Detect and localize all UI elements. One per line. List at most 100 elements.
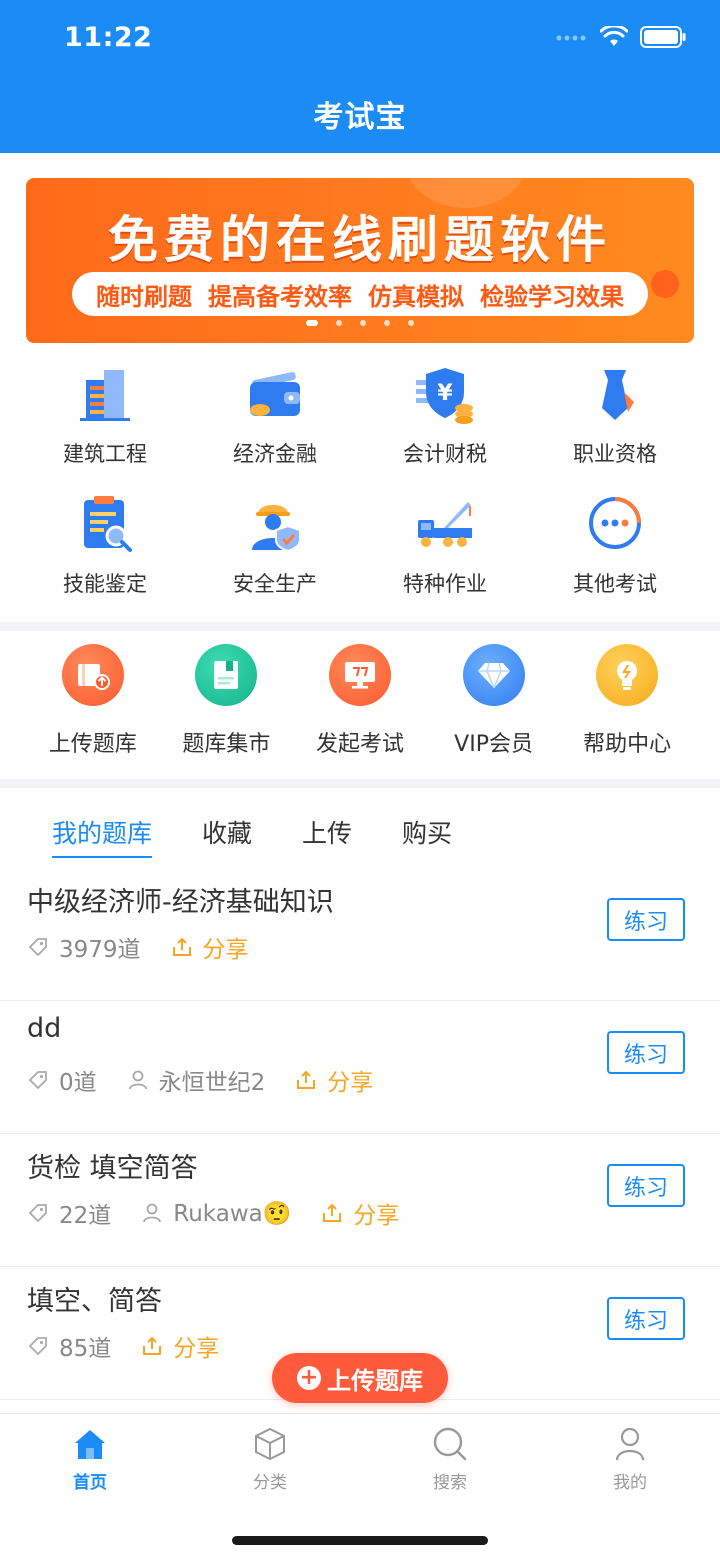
bank-tabs: 我的题库 收藏 上传 购买: [52, 814, 452, 858]
list-item[interactable]: dd 0道 永恒世纪2 分享 练习: [0, 1001, 720, 1134]
building-icon: [80, 370, 130, 421]
bank-meta: 0道 永恒世纪2 分享: [27, 1063, 403, 1097]
banner-tagline-item: 提高备考效率: [208, 282, 352, 311]
nav-label: 搜索: [433, 1473, 467, 1493]
category-label: 职业资格: [573, 442, 657, 466]
category-item[interactable]: ¥ 会计财税: [360, 362, 530, 474]
tool-vip[interactable]: VIP会员: [427, 644, 561, 758]
bank-meta: 85道 分享: [27, 1329, 249, 1363]
category-item[interactable]: 职业资格: [530, 362, 700, 474]
question-count: 0道: [27, 1063, 97, 1097]
carousel-dots: [26, 320, 694, 326]
banner-decoration: [651, 270, 679, 298]
wifi-icon: [600, 26, 628, 46]
banner-tagline-item: 仿真模拟: [368, 282, 464, 311]
home-icon: [75, 1430, 105, 1459]
share-label: 分享: [327, 1070, 374, 1096]
question-count: 85道: [27, 1329, 111, 1363]
share-button[interactable]: 分享: [171, 930, 249, 964]
question-count-text: 3979道: [59, 937, 141, 963]
share-icon: [172, 937, 191, 956]
share-button[interactable]: 分享: [295, 1063, 373, 1097]
category-label: 特种作业: [403, 572, 487, 596]
tool-label: VIP会员: [454, 732, 533, 757]
more-dots-icon: [589, 497, 641, 549]
banner-headline: 免费的在线刷题软件: [108, 211, 612, 269]
tab-purchased[interactable]: 购买: [402, 814, 452, 858]
banner-tagline-item: 随时刷题: [96, 282, 192, 311]
question-count-text: 85道: [59, 1336, 112, 1362]
tool-upload-bank[interactable]: 上传题库: [26, 644, 160, 758]
tool-label: 发起考试: [315, 732, 404, 757]
practice-button[interactable]: 练习: [607, 1031, 685, 1074]
bank-title: dd: [27, 1013, 62, 1044]
nav-label: 首页: [73, 1473, 107, 1493]
tool-start-exam[interactable]: 发起考试: [293, 644, 427, 758]
home-indicator: [232, 1536, 488, 1545]
promo-banner[interactable]: 免费的在线刷题软件 随时刷题 提高备考效率 仿真模拟 检验学习效果: [26, 178, 694, 343]
question-count: 3979道: [27, 930, 141, 964]
category-item[interactable]: 经济金融: [190, 362, 360, 474]
category-label: 其他考试: [573, 572, 657, 596]
question-count-text: 0道: [59, 1070, 97, 1096]
banner-tagline-item: 检验学习效果: [480, 282, 624, 311]
tie-icon: [602, 370, 634, 420]
carousel-dot[interactable]: [384, 320, 390, 326]
section-divider: [0, 779, 720, 788]
tag-icon: [28, 1071, 47, 1090]
tools-row: 上传题库 题库集市 发起考试 VIP会员 帮助中心: [26, 644, 694, 758]
carousel-dot[interactable]: [306, 320, 318, 326]
category-item[interactable]: 技能鉴定: [20, 492, 190, 604]
user-icon: [128, 1070, 147, 1090]
tool-label: 帮助中心: [583, 732, 672, 757]
category-grid: 建筑工程 经济金融 ¥ 会计财税 职业资格 技能鉴定 安全生产 特种作业 其他考…: [20, 362, 700, 604]
bank-title: 中级经济师-经济基础知识: [27, 887, 334, 918]
search-icon: [433, 1427, 467, 1461]
practice-button[interactable]: 练习: [607, 1297, 685, 1340]
share-label: 分享: [353, 1203, 400, 1229]
category-item[interactable]: 建筑工程: [20, 362, 190, 474]
upload-book-icon: [61, 644, 124, 706]
tab-favorites[interactable]: 收藏: [202, 814, 252, 858]
diamond-icon: [462, 644, 525, 706]
nav-mine[interactable]: 我的: [540, 1426, 720, 1493]
book-market-icon: [195, 644, 258, 706]
tag-icon: [28, 938, 47, 957]
share-button[interactable]: 分享: [141, 1329, 219, 1363]
category-item[interactable]: 其他考试: [530, 492, 700, 604]
tab-uploads[interactable]: 上传: [302, 814, 352, 858]
lightbulb-icon: [596, 644, 659, 706]
bank-title: 货检 填空简答: [27, 1153, 198, 1184]
carousel-dot[interactable]: [360, 320, 366, 326]
nav-home[interactable]: 首页: [0, 1426, 180, 1493]
tool-help-center[interactable]: 帮助中心: [560, 644, 694, 758]
share-button[interactable]: 分享: [321, 1196, 399, 1230]
category-label: 经济金融: [233, 442, 317, 466]
author-name: 永恒世纪2: [158, 1070, 266, 1096]
nav-category[interactable]: 分类: [180, 1426, 360, 1493]
bank-meta: 22道 Rukawa🤨 分享: [27, 1196, 429, 1230]
clipboard-search-icon: [84, 496, 132, 552]
question-count-text: 22道: [59, 1203, 112, 1229]
tool-bank-market[interactable]: 题库集市: [160, 644, 294, 758]
practice-button[interactable]: 练习: [607, 1164, 685, 1207]
tool-label: 题库集市: [182, 732, 271, 757]
practice-button[interactable]: 练习: [607, 898, 685, 941]
exam-screen-icon: [328, 644, 391, 706]
carousel-dot[interactable]: [336, 320, 342, 326]
share-label: 分享: [202, 937, 249, 963]
list-item[interactable]: 中级经济师-经济基础知识 3979道 分享 练习: [0, 868, 720, 1001]
category-item[interactable]: 特种作业: [360, 492, 530, 604]
carousel-dot[interactable]: [408, 320, 414, 326]
upload-bank-fab[interactable]: + 上传题库: [272, 1353, 448, 1403]
question-count: 22道: [27, 1196, 111, 1230]
nav-search[interactable]: 搜索: [360, 1426, 540, 1493]
tab-my-banks[interactable]: 我的题库: [52, 814, 153, 858]
share-icon: [297, 1070, 316, 1089]
category-item[interactable]: 安全生产: [190, 492, 360, 604]
share-icon: [143, 1336, 162, 1355]
status-icons: [556, 26, 686, 48]
upload-bank-fab-label: 上传题库: [327, 1366, 423, 1395]
list-item[interactable]: 货检 填空简答 22道 Rukawa🤨 分享 练习: [0, 1134, 720, 1267]
category-label: 建筑工程: [63, 442, 147, 466]
